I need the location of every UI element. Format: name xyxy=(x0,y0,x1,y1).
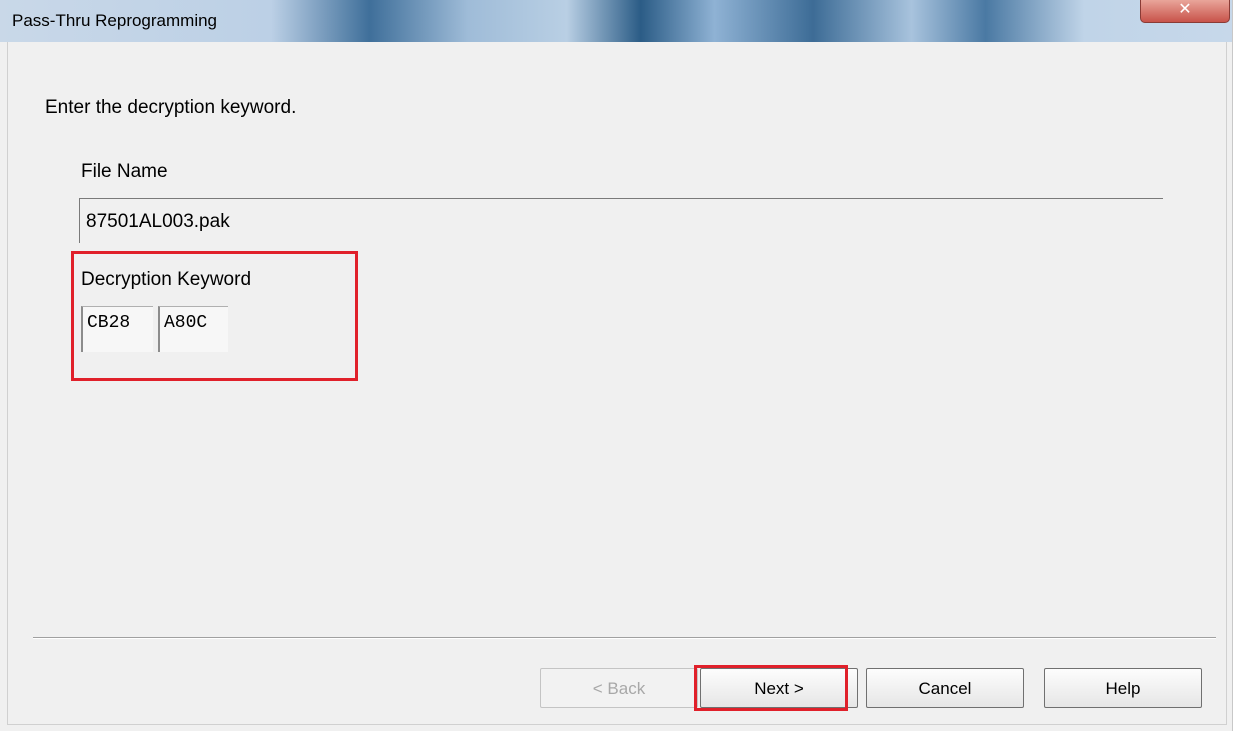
dialog-body xyxy=(7,42,1227,725)
close-icon[interactable]: ✕ xyxy=(1140,0,1230,23)
window-title: Pass-Thru Reprogramming xyxy=(12,11,218,30)
next-highlight-box xyxy=(694,665,848,711)
file-name-field: 87501AL003.pak xyxy=(79,198,1163,243)
keyword-highlight-box xyxy=(71,251,358,381)
cancel-button[interactable]: Cancel xyxy=(866,668,1024,708)
title-bar[interactable]: Pass-Thru Reprogramming ✕ xyxy=(0,0,1232,42)
back-button[interactable]: < Back xyxy=(540,668,698,708)
dialog-window: Pass-Thru Reprogramming ✕ Enter the decr… xyxy=(0,0,1233,731)
help-button[interactable]: Help xyxy=(1044,668,1202,708)
file-name-value: 87501AL003.pak xyxy=(86,211,230,232)
page-instruction: Enter the decryption keyword. xyxy=(45,97,297,118)
button-separator xyxy=(33,637,1216,639)
file-name-label: File Name xyxy=(81,161,168,182)
